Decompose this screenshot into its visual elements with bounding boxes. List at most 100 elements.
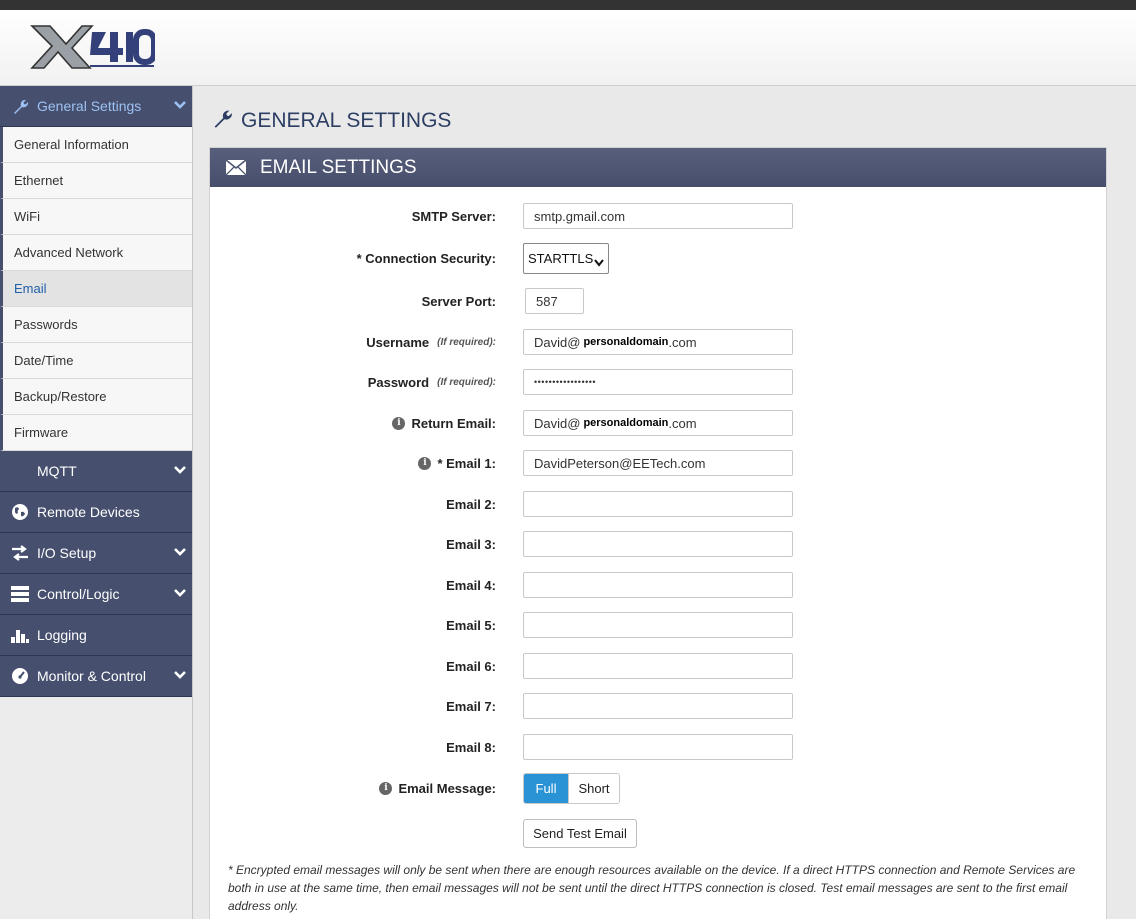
- nav-control-logic-label: Control/Logic: [37, 586, 120, 602]
- bars-icon: [10, 625, 30, 645]
- globe-icon: [10, 502, 30, 522]
- main-content: GENERAL SETTINGS EMAIL SETTINGS SMTP Ser…: [193, 86, 1136, 919]
- nav-general-settings-label: General Settings: [37, 98, 142, 114]
- arrows-icon: [10, 543, 30, 563]
- email1-label-text: * Email 1:: [437, 455, 496, 471]
- nav-email[interactable]: Email: [0, 271, 192, 307]
- username-value-tld: .com: [668, 334, 697, 350]
- email8-label: Email 8:: [446, 739, 496, 755]
- username-note: (If required):: [437, 336, 496, 348]
- email2-label: Email 2:: [446, 496, 496, 512]
- nav-monitor-control-label: Monitor & Control: [37, 668, 146, 684]
- username-label-text: Username: [366, 334, 430, 350]
- sidebar: General Settings General Information Eth…: [0, 86, 193, 919]
- username-row: Username (If required): David@ personald…: [210, 329, 1108, 355]
- return-email-row: i Return Email: David@ personaldomain .c…: [210, 410, 1108, 436]
- connection-security-row: * Connection Security: STARTTLS: [210, 243, 1108, 274]
- server-port-label: Server Port:: [421, 293, 496, 309]
- connection-security-label: * Connection Security:: [356, 250, 496, 266]
- return-email-value-domain: personaldomain: [583, 417, 669, 429]
- chevron-down-icon: [594, 255, 604, 270]
- password-label-text: Password: [367, 374, 430, 390]
- nav-mqtt-label: MQTT: [37, 463, 77, 479]
- email4-input[interactable]: [523, 572, 793, 598]
- nav-firmware[interactable]: Firmware: [0, 415, 192, 451]
- nav-io-setup-label: I/O Setup: [37, 545, 97, 561]
- username-label: Username (If required):: [366, 329, 496, 355]
- email6-input[interactable]: [523, 653, 793, 679]
- password-input[interactable]: •••••••••••••••••: [523, 369, 793, 395]
- nav-monitor-control[interactable]: Monitor & Control: [0, 656, 192, 697]
- nav-control-logic[interactable]: Control/Logic: [0, 574, 192, 615]
- password-label: Password (If required):: [368, 369, 496, 395]
- email1-row: i * Email 1:: [210, 450, 1108, 476]
- email-message-label: i Email Message:: [379, 775, 496, 801]
- smtp-server-label: SMTP Server:: [411, 208, 496, 224]
- email5-row: Email 5:: [210, 612, 1108, 638]
- return-email-label-text: Return Email:: [411, 415, 496, 431]
- email1-input[interactable]: [523, 450, 793, 476]
- email8-row: Email 8:: [210, 734, 1108, 760]
- nav-logging-label: Logging: [37, 627, 87, 643]
- email4-row: Email 4:: [210, 572, 1108, 598]
- email-message-short-option[interactable]: Short: [568, 774, 619, 803]
- nav-general-settings[interactable]: General Settings: [0, 86, 192, 127]
- connection-security-value: STARTTLS: [528, 251, 594, 266]
- info-icon[interactable]: i: [392, 416, 406, 430]
- nav-passwords[interactable]: Passwords: [0, 307, 192, 343]
- footnote: * Encrypted email messages will only be …: [228, 863, 1076, 913]
- email2-input[interactable]: [523, 491, 793, 517]
- info-icon[interactable]: i: [379, 781, 393, 795]
- email-message-full-option[interactable]: Full: [524, 774, 568, 803]
- server-port-input[interactable]: [525, 288, 584, 314]
- email4-label: Email 4:: [446, 577, 496, 593]
- email-message-label-text: Email Message:: [398, 780, 496, 796]
- email6-row: Email 6:: [210, 653, 1108, 679]
- smtp-server-row: SMTP Server:: [210, 203, 1108, 229]
- nav-advanced-network[interactable]: Advanced Network: [0, 235, 192, 271]
- header: [0, 10, 1136, 86]
- username-value-domain: personaldomain: [583, 336, 669, 348]
- nav-ethernet[interactable]: Ethernet: [0, 163, 192, 199]
- chevron-down-icon: [173, 586, 187, 603]
- return-email-input[interactable]: David@ personaldomain .com: [523, 410, 793, 436]
- password-row: Password (If required): ••••••••••••••••…: [210, 369, 1108, 395]
- email2-row: Email 2:: [210, 491, 1108, 517]
- smtp-server-input[interactable]: [523, 203, 793, 229]
- nav-io-setup[interactable]: I/O Setup: [0, 533, 192, 574]
- password-note: (If required):: [437, 376, 496, 388]
- email-settings-panel: EMAIL SETTINGS SMTP Server: * Connection…: [209, 147, 1107, 919]
- nav-general-information[interactable]: General Information: [0, 127, 192, 163]
- return-email-value-user: David@: [534, 415, 581, 431]
- email5-input[interactable]: [523, 612, 793, 638]
- info-icon[interactable]: i: [418, 456, 432, 470]
- username-value-user: David@: [534, 334, 581, 350]
- nav-remote-devices-label: Remote Devices: [37, 504, 140, 520]
- connection-security-select[interactable]: STARTTLS: [523, 243, 609, 274]
- email3-input[interactable]: [523, 531, 793, 557]
- email3-label: Email 3:: [446, 536, 496, 552]
- nav-logging[interactable]: Logging: [0, 615, 192, 656]
- chevron-down-icon: [173, 668, 187, 685]
- send-test-email-button[interactable]: Send Test Email: [523, 819, 637, 848]
- email3-row: Email 3:: [210, 531, 1108, 557]
- page-title: GENERAL SETTINGS: [211, 107, 451, 135]
- gauge-icon: [10, 666, 30, 686]
- top-strip: [0, 0, 1136, 10]
- nav-mqtt[interactable]: MQTT: [0, 451, 192, 492]
- nav-wifi[interactable]: WiFi: [0, 199, 192, 235]
- page-title-text: GENERAL SETTINGS: [241, 109, 452, 132]
- server-icon: [10, 584, 30, 604]
- envelope-icon: [226, 160, 246, 175]
- username-input[interactable]: David@ personaldomain .com: [523, 329, 793, 355]
- email7-input[interactable]: [523, 693, 793, 719]
- email6-label: Email 6:: [446, 658, 496, 674]
- email8-input[interactable]: [523, 734, 793, 760]
- email7-label: Email 7:: [446, 698, 496, 714]
- x410-logo: [30, 24, 157, 75]
- return-email-label: i Return Email:: [392, 410, 496, 436]
- nav-backup-restore[interactable]: Backup/Restore: [0, 379, 192, 415]
- chevron-down-icon: [173, 463, 187, 480]
- nav-remote-devices[interactable]: Remote Devices: [0, 492, 192, 533]
- nav-date-time[interactable]: Date/Time: [0, 343, 192, 379]
